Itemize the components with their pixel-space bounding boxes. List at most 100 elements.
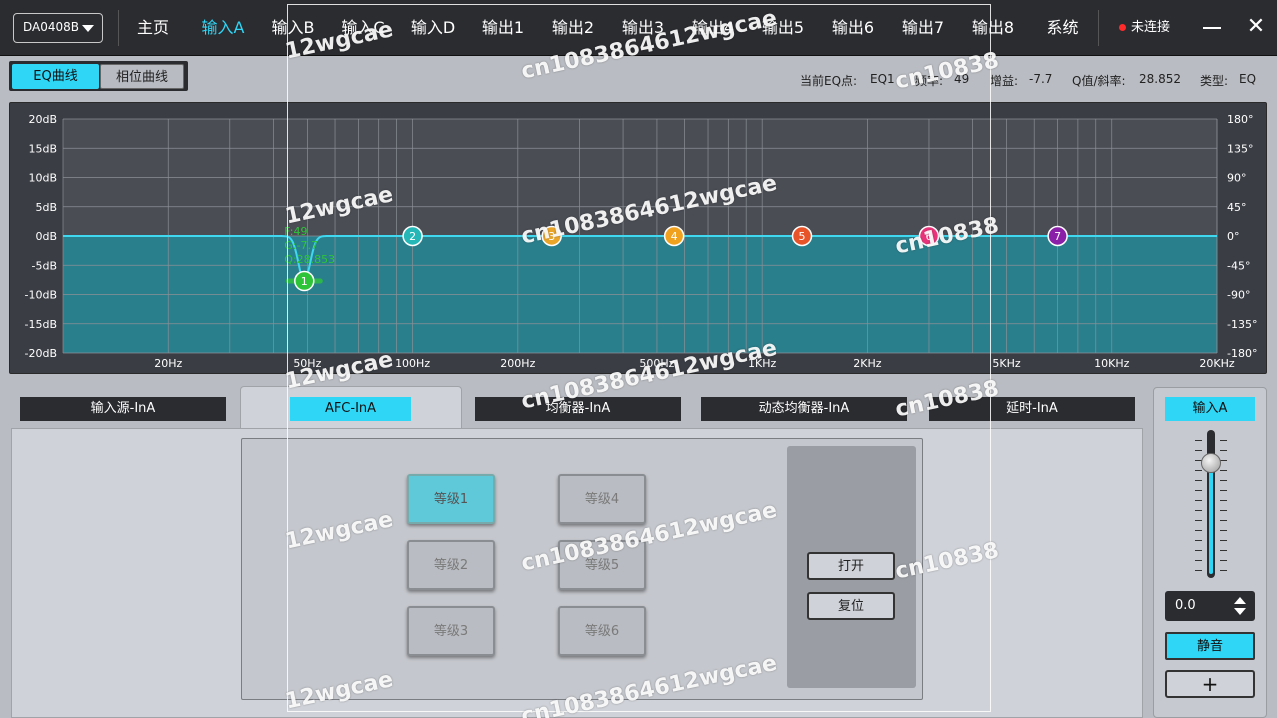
close-button[interactable]: ✕: [1243, 14, 1269, 40]
tab-dynamic-equalizer[interactable]: 动态均衡器-InA: [701, 397, 907, 421]
minimize-icon: [1203, 27, 1221, 29]
eq-chart[interactable]: 20dB 15dB 10dB 5dB 0dB -5dB -10dB -15dB -20dB 180…: [9, 102, 1267, 374]
nav-item-7[interactable]: 输出3: [608, 0, 678, 56]
nav-item-4[interactable]: 输入D: [398, 0, 468, 56]
eq-freq-label: 频率:: [915, 74, 944, 88]
fader-tick: [1220, 450, 1227, 451]
eq-point-label-2: 2: [409, 230, 416, 243]
y-tick-right: 0°: [1227, 230, 1240, 243]
chevron-down-icon: [82, 25, 94, 32]
eq-point-value: EQ1: [870, 72, 895, 86]
x-tick-label: 2KHz: [853, 357, 881, 370]
fader-tick: [1195, 450, 1202, 451]
fader-tick: [1220, 510, 1227, 511]
eq-q-value: 28.852: [1139, 72, 1181, 86]
y-tick-left: -15dB: [25, 318, 58, 331]
fader-tick: [1195, 510, 1202, 511]
tab-eq-curve[interactable]: EQ曲线: [12, 64, 99, 89]
tab-afc[interactable]: AFC-InA: [290, 397, 411, 421]
nav-item-6[interactable]: 输出2: [538, 0, 608, 56]
device-name: DA0408B: [23, 20, 80, 34]
level-2-button[interactable]: 等级2: [407, 540, 495, 590]
arrow-down-icon[interactable]: [1234, 608, 1246, 615]
separator: [1098, 10, 1099, 46]
tab-delay[interactable]: 延时-InA: [929, 397, 1135, 421]
y-tick-left: -20dB: [25, 347, 58, 360]
eq-chart-svg[interactable]: 20dB 15dB 10dB 5dB 0dB -5dB -10dB -15dB -20dB 180…: [10, 103, 1268, 375]
mute-button[interactable]: 静音: [1165, 632, 1255, 660]
channel-label: 输入A: [1165, 397, 1255, 421]
fader-tick: [1220, 560, 1227, 561]
eq-point-label-4: 4: [671, 230, 678, 243]
arrow-up-icon[interactable]: [1234, 597, 1246, 604]
nav-item-2[interactable]: 输入B: [258, 0, 328, 56]
level-6-button[interactable]: 等级6: [558, 606, 646, 656]
eq-point-label-3: 3: [548, 230, 555, 243]
reset-button[interactable]: 复位: [807, 592, 895, 620]
close-icon: ✕: [1246, 14, 1266, 39]
x-tick-label: 20Hz: [154, 357, 182, 370]
nav-item-8[interactable]: 输出4: [678, 0, 748, 56]
fader-tick: [1195, 570, 1202, 571]
fader-tick: [1195, 490, 1202, 491]
x-tick-label: 1KHz: [748, 357, 776, 370]
eq-point-annotation: F:49: [284, 225, 307, 238]
y-tick-left: 20dB: [28, 113, 57, 126]
x-tick-label: 100Hz: [395, 357, 430, 370]
fader-tick: [1220, 550, 1227, 551]
gain-spinbox[interactable]: 0.0: [1165, 591, 1255, 621]
separator: [118, 10, 119, 46]
fader-tick: [1220, 480, 1227, 481]
level-4-button[interactable]: 等级4: [558, 474, 646, 524]
y-tick-left: -10dB: [25, 289, 58, 302]
nav-item-0[interactable]: 主页: [127, 0, 179, 56]
top-bar: DA0408B 主页 输入A 输入B 输入C 输入D 输出1 输出2 输出3 输出4 输出5 输出6…: [0, 0, 1277, 56]
nav-item-3[interactable]: 输入C: [328, 0, 398, 56]
nav-item-11[interactable]: 输出7: [888, 0, 958, 56]
x-tick-label: 200Hz: [500, 357, 535, 370]
y-tick-left: 10dB: [28, 172, 57, 185]
fader-tick: [1220, 490, 1227, 491]
fader-tick: [1220, 500, 1227, 501]
level-3-button[interactable]: 等级3: [407, 606, 495, 656]
fader-tick: [1195, 500, 1202, 501]
tab-input-source[interactable]: 输入源-InA: [20, 397, 226, 421]
eq-point-label-7: 7: [1054, 230, 1061, 243]
connection-label: 未连接: [1131, 20, 1171, 35]
curve-tabs: EQ曲线 相位曲线: [9, 61, 188, 91]
y-tick-left: 0dB: [35, 230, 57, 243]
y-tick-left: -5dB: [32, 259, 58, 272]
level-5-button[interactable]: 等级5: [558, 540, 646, 590]
nav-item-13[interactable]: 系统: [1031, 0, 1094, 56]
add-button[interactable]: +: [1165, 670, 1255, 698]
nav-item-5[interactable]: 输出1: [468, 0, 538, 56]
fader-tick: [1195, 550, 1202, 551]
x-tick-label: 5KHz: [992, 357, 1020, 370]
fader-tick: [1195, 520, 1202, 521]
x-tick-label: 50Hz: [293, 357, 321, 370]
minimize-button[interactable]: [1200, 16, 1224, 40]
open-button[interactable]: 打开: [807, 552, 895, 580]
nav-item-9[interactable]: 输出5: [748, 0, 818, 56]
y-tick-right: -90°: [1227, 289, 1250, 302]
eq-freq-value: 49: [954, 72, 970, 86]
tab-phase-curve[interactable]: 相位曲线: [100, 64, 184, 89]
eq-point-label-6: 6: [925, 230, 932, 243]
level-1-button[interactable]: 等级1: [407, 474, 495, 524]
fader-tick: [1220, 520, 1227, 521]
fader-tick: [1195, 530, 1202, 531]
y-tick-right: -45°: [1227, 259, 1250, 272]
fader-tick: [1220, 470, 1227, 471]
connection-status[interactable]: 未连接: [1101, 0, 1191, 56]
nav-item-12[interactable]: 输出8: [958, 0, 1028, 56]
device-select[interactable]: DA0408B: [13, 13, 103, 43]
y-tick-left: 15dB: [28, 142, 57, 155]
eq-type-value: EQ: [1239, 72, 1257, 86]
tab-equalizer[interactable]: 均衡器-InA: [475, 397, 681, 421]
nav-item-10[interactable]: 输出6: [818, 0, 888, 56]
nav-item-1[interactable]: 输入A: [188, 0, 258, 56]
y-tick-right: -135°: [1227, 318, 1257, 331]
y-tick-right: 90°: [1227, 172, 1247, 185]
fader-tick: [1195, 440, 1202, 441]
fader-tick: [1220, 540, 1227, 541]
